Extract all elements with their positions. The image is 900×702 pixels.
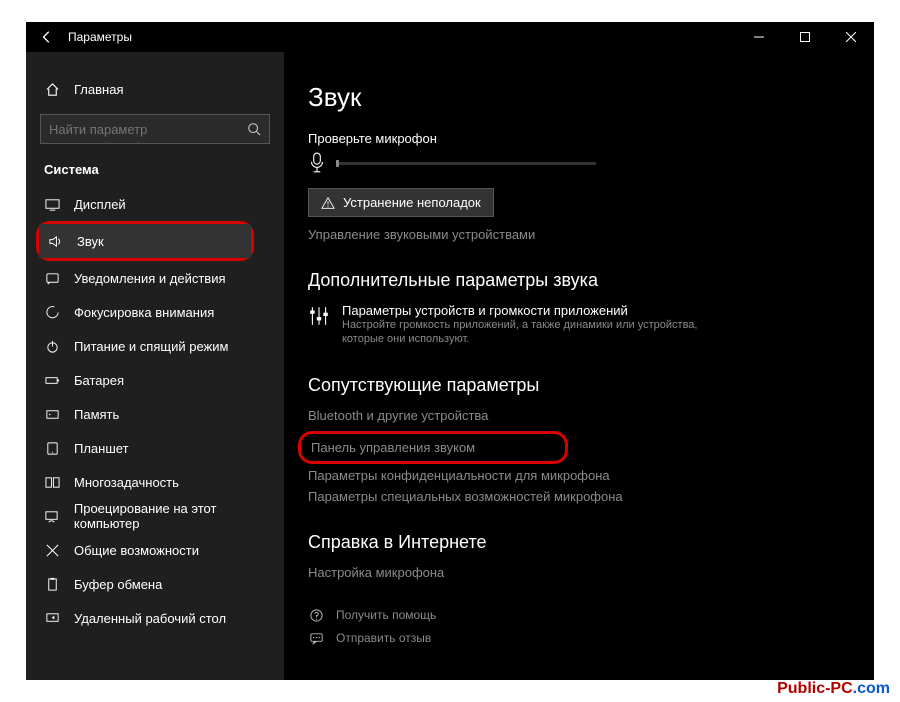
- power-icon: [44, 339, 60, 354]
- remote-icon: [44, 611, 60, 626]
- sidebar-home[interactable]: Главная: [26, 72, 284, 106]
- clipboard-icon: [44, 577, 60, 592]
- sidebar-item-multitasking[interactable]: Многозадачность: [26, 465, 284, 499]
- settings-window: Параметры Главная: [26, 22, 874, 680]
- page-title: Звук: [308, 82, 854, 113]
- get-help-row[interactable]: Получить помощь: [308, 608, 854, 623]
- storage-icon: [44, 407, 60, 422]
- window-title: Параметры: [68, 30, 132, 44]
- sidebar-item-label: Планшет: [74, 441, 129, 456]
- sidebar-item-display[interactable]: Дисплей: [26, 187, 284, 221]
- sidebar-item-focus[interactable]: Фокусировка внимания: [26, 295, 284, 329]
- titlebar: Параметры: [26, 22, 874, 52]
- sidebar-item-shared[interactable]: Общие возможности: [26, 533, 284, 567]
- sidebar-item-label: Многозадачность: [74, 475, 179, 490]
- related-heading: Сопутствующие параметры: [308, 375, 854, 396]
- sidebar-item-label: Звук: [77, 234, 104, 249]
- sidebar-item-clipboard[interactable]: Буфер обмена: [26, 567, 284, 601]
- sidebar-item-battery[interactable]: Батарея: [26, 363, 284, 397]
- link-mic-privacy[interactable]: Параметры конфиденциальности для микрофо…: [308, 468, 854, 483]
- sidebar-item-label: Фокусировка внимания: [74, 305, 214, 320]
- search-icon: [247, 122, 261, 136]
- mic-test-label: Проверьте микрофон: [308, 131, 854, 146]
- sidebar-item-projecting[interactable]: Проецирование на этот компьютер: [26, 499, 284, 533]
- sidebar-home-label: Главная: [74, 82, 123, 97]
- link-mic-accessibility[interactable]: Параметры специальных возможностей микро…: [308, 489, 854, 504]
- watermark: Public-PC.com: [777, 680, 890, 698]
- sidebar-item-notifications[interactable]: Уведомления и действия: [26, 261, 284, 295]
- notifications-icon: [44, 271, 60, 286]
- close-icon: [846, 32, 856, 42]
- link-bluetooth[interactable]: Bluetooth и другие устройства: [308, 408, 854, 423]
- content-area: Звук Проверьте микрофон Устранение непол…: [284, 52, 874, 680]
- home-icon: [44, 82, 60, 97]
- troubleshoot-label: Устранение неполадок: [343, 195, 481, 210]
- sidebar-item-label: Батарея: [74, 373, 124, 388]
- watermark-a: Public-PC: [777, 680, 853, 697]
- highlight-sound-panel: Панель управления звуком: [298, 431, 568, 464]
- focus-icon: [44, 305, 60, 320]
- app-volume-desc: Настройте громкость приложений, а также …: [342, 318, 702, 347]
- sidebar-item-label: Память: [74, 407, 119, 422]
- get-help-label: Получить помощь: [336, 608, 436, 622]
- sidebar-item-label: Буфер обмена: [74, 577, 162, 592]
- projecting-icon: [44, 509, 60, 524]
- tablet-icon: [44, 441, 60, 456]
- app-volume-title: Параметры устройств и громкости приложен…: [342, 303, 702, 318]
- search-input[interactable]: [49, 122, 247, 137]
- app-volume-row[interactable]: Параметры устройств и громкости приложен…: [308, 303, 854, 347]
- web-help-heading: Справка в Интернете: [308, 532, 854, 553]
- battery-icon: [44, 373, 60, 388]
- microphone-icon: [308, 152, 326, 174]
- feedback-row[interactable]: Отправить отзыв: [308, 631, 854, 646]
- maximize-button[interactable]: [782, 22, 828, 52]
- arrow-left-icon: [40, 30, 54, 44]
- sidebar-item-label: Дисплей: [74, 197, 126, 212]
- link-mic-setup[interactable]: Настройка микрофона: [308, 565, 854, 580]
- display-icon: [44, 197, 60, 212]
- sidebar-section-title: Система: [26, 156, 284, 187]
- sidebar-item-label: Удаленный рабочий стол: [74, 611, 226, 626]
- multitasking-icon: [44, 475, 60, 490]
- link-sound-control-panel[interactable]: Панель управления звуком: [311, 440, 555, 455]
- feedback-icon: [308, 631, 324, 646]
- sidebar-item-remote[interactable]: Удаленный рабочий стол: [26, 601, 284, 635]
- sliders-icon: [308, 305, 330, 327]
- search-input-wrapper[interactable]: [40, 114, 270, 144]
- minimize-button[interactable]: [736, 22, 782, 52]
- sidebar-item-power[interactable]: Питание и спящий режим: [26, 329, 284, 363]
- warning-icon: [321, 196, 335, 210]
- troubleshoot-button[interactable]: Устранение неполадок: [308, 188, 494, 217]
- watermark-b: .com: [853, 680, 890, 697]
- close-button[interactable]: [828, 22, 874, 52]
- feedback-label: Отправить отзыв: [336, 631, 431, 645]
- help-icon: [308, 608, 324, 623]
- highlight-sound-nav: Звук: [36, 221, 254, 261]
- sidebar-item-label: Питание и спящий режим: [74, 339, 228, 354]
- window-body: Главная Система Дисплей Звук: [26, 52, 874, 680]
- mic-test-row: [308, 152, 854, 174]
- window-controls: [736, 22, 874, 52]
- sidebar-item-label: Общие возможности: [74, 543, 199, 558]
- back-button[interactable]: [26, 22, 68, 52]
- advanced-heading: Дополнительные параметры звука: [308, 270, 854, 291]
- sidebar-item-tablet[interactable]: Планшет: [26, 431, 284, 465]
- maximize-icon: [800, 32, 810, 42]
- manage-devices-link[interactable]: Управление звуковыми устройствами: [308, 227, 854, 242]
- minimize-icon: [754, 32, 764, 42]
- sidebar-item-sound[interactable]: Звук: [39, 224, 251, 258]
- shared-icon: [44, 543, 60, 558]
- sidebar: Главная Система Дисплей Звук: [26, 52, 284, 680]
- sidebar-item-storage[interactable]: Память: [26, 397, 284, 431]
- mic-level-meter: [336, 162, 596, 165]
- sound-icon: [47, 234, 63, 249]
- sidebar-item-label: Уведомления и действия: [74, 271, 226, 286]
- sidebar-item-label: Проецирование на этот компьютер: [74, 501, 284, 531]
